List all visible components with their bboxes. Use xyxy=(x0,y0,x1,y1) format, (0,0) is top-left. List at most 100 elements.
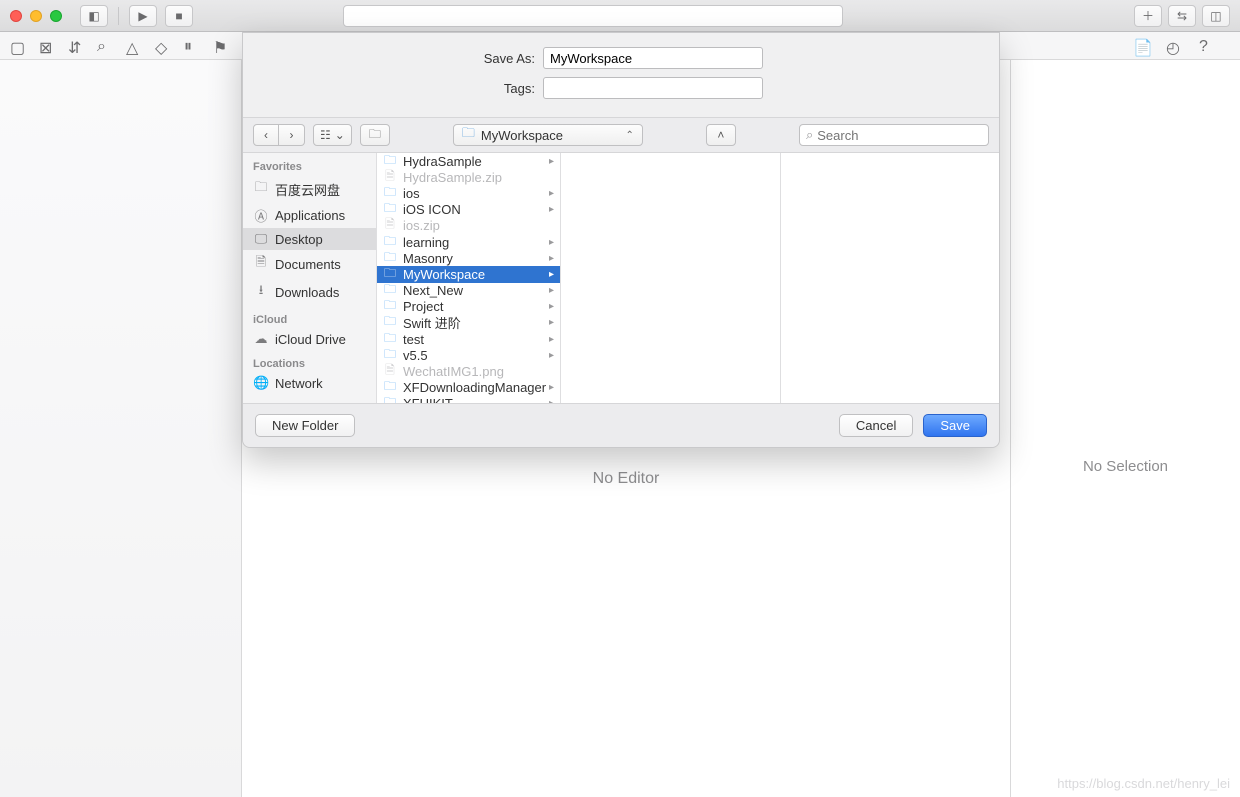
file-row[interactable]: 🗎WechatIMG1.png xyxy=(377,363,560,379)
file-column-0[interactable]: 🗀HydraSample▸🗎HydraSample.zip🗀ios▸🗀iOS I… xyxy=(377,153,561,403)
view-mode-button[interactable]: ☷⌄ xyxy=(313,124,352,146)
file-row[interactable]: 🗀Masonry▸ xyxy=(377,250,560,266)
desktop-icon: 🖵 xyxy=(253,231,269,247)
inspector-tabs: 📄 ◴ ? xyxy=(1133,38,1230,53)
sidebar-item-label: Desktop xyxy=(275,232,323,247)
zoom-window-button[interactable] xyxy=(50,10,62,22)
sidebar-item-icloud-drive[interactable]: ☁iCloud Drive xyxy=(243,328,376,350)
search-input[interactable] xyxy=(817,128,982,143)
search-icon: ⌕ xyxy=(806,127,813,143)
file-column-1[interactable] xyxy=(561,153,781,403)
project-navigator[interactable] xyxy=(0,60,242,797)
new-folder-button[interactable]: New Folder xyxy=(255,414,355,437)
sidebar-section-header: Tags xyxy=(243,394,376,403)
inspector-panel: No Selection xyxy=(1010,60,1240,797)
debug-nav-icon[interactable]: ⏸ xyxy=(184,38,199,53)
issue-nav-icon[interactable]: △ xyxy=(126,38,141,53)
sidebar-item-百度云网盘[interactable]: 🗀百度云网盘 xyxy=(243,175,376,203)
file-name: Next_New xyxy=(403,283,463,298)
file-row[interactable]: 🗀HydraSample▸ xyxy=(377,153,560,169)
file-column-2[interactable] xyxy=(781,153,1000,403)
browser-sidebar[interactable]: Favorites🗀百度云网盘ⒶApplications 🖵 Desktop 🗎 Doc… xyxy=(243,153,377,403)
columns-icon: ☷ xyxy=(320,128,331,142)
chevron-right-icon: ▸ xyxy=(549,253,554,264)
chevron-right-icon: ▸ xyxy=(549,317,554,328)
minimize-window-button[interactable] xyxy=(30,10,42,22)
docs-icon: 🗎 xyxy=(253,253,269,275)
breakpoint-nav-icon[interactable]: ⚑ xyxy=(213,38,228,53)
sheet-footer: New Folder Cancel Save xyxy=(243,403,999,447)
collapse-button[interactable]: ˄ xyxy=(706,124,736,146)
group-button[interactable]: 🗀 xyxy=(360,124,390,146)
run-button[interactable]: ▶ xyxy=(129,5,157,27)
history-inspector-icon[interactable]: ◴ xyxy=(1166,38,1181,53)
sidebar-item-label: Documents xyxy=(275,257,341,272)
sidebar-item-documents[interactable]: 🗎 Documents xyxy=(243,250,376,278)
sidebar-item-desktop[interactable]: 🖵 Desktop xyxy=(243,228,376,250)
activity-view[interactable] xyxy=(343,5,843,27)
back-button[interactable]: ‹ xyxy=(253,124,279,146)
save-button[interactable]: Save xyxy=(923,414,987,437)
file-row[interactable]: 🗀v5.5▸ xyxy=(377,347,560,363)
file-name: learning xyxy=(403,235,449,250)
separator xyxy=(118,7,119,25)
file-row[interactable]: 🗎ios.zip xyxy=(377,218,560,234)
file-row[interactable]: 🗀Next_New▸ xyxy=(377,283,560,299)
file-browser: Favorites🗀百度云网盘ⒶApplications 🖵 Desktop 🗎 Doc… xyxy=(243,153,999,403)
save-as-label: Save As: xyxy=(263,51,543,66)
code-review-button[interactable]: ⇆ xyxy=(1168,5,1196,27)
network-icon: 🌐 xyxy=(253,375,269,391)
folder-nav-icon[interactable]: ▢ xyxy=(10,38,25,53)
file-row[interactable]: 🗀XFDownloadingManager▸ xyxy=(377,380,560,396)
file-row[interactable]: 🗀test▸ xyxy=(377,331,560,347)
file-row[interactable]: 🗎HydraSample.zip xyxy=(377,169,560,185)
sidebar-item-downloads[interactable]: ⭳Downloads xyxy=(243,278,376,306)
search-field[interactable]: ⌕ xyxy=(799,124,989,146)
chevron-right-icon: ▸ xyxy=(549,398,554,403)
file-row[interactable]: 🗀ios▸ xyxy=(377,185,560,201)
help-inspector-icon[interactable]: ? xyxy=(1199,38,1214,53)
forward-button[interactable]: › xyxy=(279,124,305,146)
sidebar-section-header: Favorites xyxy=(243,153,376,175)
hierarchy-icon[interactable]: ⇵ xyxy=(68,38,83,53)
apps-icon: Ⓐ xyxy=(253,206,269,225)
close-window-button[interactable] xyxy=(10,10,22,22)
stop-button[interactable]: ■ xyxy=(165,5,193,27)
file-row[interactable]: 🗀iOS ICON▸ xyxy=(377,202,560,218)
no-editor-label: No Editor xyxy=(242,470,1010,488)
file-name: ios xyxy=(403,186,420,201)
cancel-button[interactable]: Cancel xyxy=(839,414,913,437)
tags-label: Tags: xyxy=(263,81,543,96)
save-as-input[interactable] xyxy=(543,47,763,69)
browser-toolbar: ‹ › ☷⌄ 🗀 🗀MyWorkspace ⌃ ˄ ⌕ xyxy=(243,117,999,153)
folder-icon: 🗀 xyxy=(383,393,397,403)
file-row[interactable]: 🗀Swift 进阶▸ xyxy=(377,315,560,331)
file-row[interactable]: 🗀MyWorkspace▸ xyxy=(377,266,560,282)
chevron-right-icon: ▸ xyxy=(549,285,554,296)
file-row[interactable]: 🗀XFUIKIT▸ xyxy=(377,396,560,403)
sidebar-item-label: Network xyxy=(275,376,323,391)
path-popup[interactable]: 🗀MyWorkspace ⌃ xyxy=(453,124,643,146)
file-name: MyWorkspace xyxy=(403,267,485,282)
tags-input[interactable] xyxy=(543,77,763,99)
test-nav-icon[interactable]: ◇ xyxy=(155,38,170,53)
folder-icon: 🗀 xyxy=(253,178,269,200)
chevron-right-icon: ▸ xyxy=(549,204,554,215)
file-row[interactable]: 🗀Project▸ xyxy=(377,299,560,315)
traffic-lights xyxy=(10,10,62,22)
file-name: Swift 进阶 xyxy=(403,313,461,332)
symbol-nav-icon[interactable]: ⊠ xyxy=(39,38,54,53)
toggle-sidebar-button[interactable]: ◧ xyxy=(80,5,108,27)
folder-icon: 🗀 xyxy=(462,124,475,146)
search-nav-icon[interactable]: ⌕ xyxy=(97,38,112,53)
sidebar-item-label: iCloud Drive xyxy=(275,332,346,347)
add-button[interactable]: ＋ xyxy=(1134,5,1162,27)
file-name: Project xyxy=(403,299,443,314)
panel-toggle-button[interactable]: ◫ xyxy=(1202,5,1230,27)
file-row[interactable]: 🗀learning▸ xyxy=(377,234,560,250)
sidebar-item-applications[interactable]: ⒶApplications xyxy=(243,203,376,228)
file-name: XFDownloadingManager xyxy=(403,380,546,395)
file-inspector-icon[interactable]: 📄 xyxy=(1133,38,1148,53)
sidebar-item-network[interactable]: 🌐 Network xyxy=(243,372,376,394)
save-sheet: Save As: Tags: ‹ › ☷⌄ 🗀 🗀MyWorkspace ⌃ ˄… xyxy=(242,32,1000,448)
